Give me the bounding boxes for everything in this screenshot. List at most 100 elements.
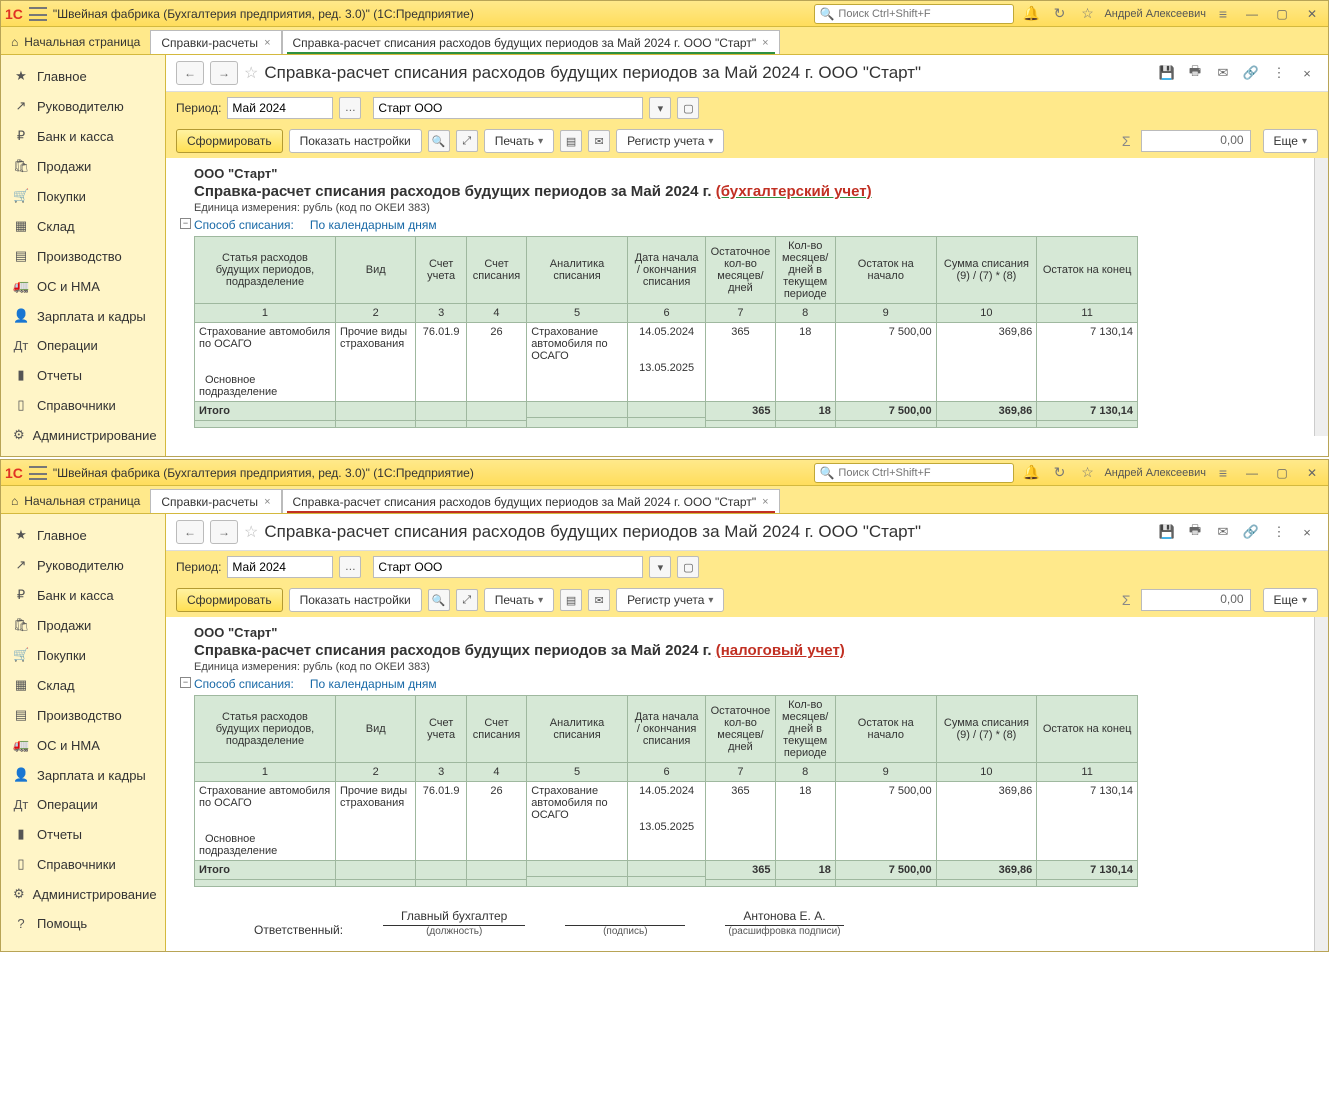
bell-icon[interactable]: 🔔 xyxy=(1020,462,1042,484)
close-icon[interactable]: × xyxy=(264,496,270,508)
find-button[interactable]: 🔍 xyxy=(428,589,450,611)
find-button[interactable]: 🔍 xyxy=(428,130,450,152)
menu-icon[interactable]: ⋮ xyxy=(1268,521,1290,543)
tab-report[interactable]: Справка-расчет списания расходов будущих… xyxy=(282,30,780,54)
tab-references[interactable]: Справки-расчеты × xyxy=(150,489,281,513)
global-search[interactable]: 🔍 xyxy=(814,4,1014,24)
close-panel-button[interactable]: × xyxy=(1296,62,1318,84)
more-button[interactable]: Еще xyxy=(1263,129,1318,153)
print-icon[interactable]: 🖶 xyxy=(1184,521,1206,543)
sidebar-item-production[interactable]: ▤Производство xyxy=(1,700,165,730)
sidebar-item-main[interactable]: ★Главное xyxy=(1,61,165,91)
scrollbar[interactable] xyxy=(1314,158,1328,436)
period-picker-button[interactable]: … xyxy=(339,556,361,578)
generate-button[interactable]: Сформировать xyxy=(176,588,283,612)
org-dropdown-button[interactable]: ▾ xyxy=(649,556,671,578)
sidebar-item-sales[interactable]: 🛍Продажи xyxy=(1,610,165,640)
org-input[interactable] xyxy=(378,101,638,115)
mail-icon[interactable]: ✉ xyxy=(1212,521,1234,543)
sidebar-item-salary[interactable]: 👤Зарплата и кадры xyxy=(1,760,165,790)
sidebar-item-help[interactable]: ?Помощь xyxy=(1,909,165,938)
sidebar-item-operations[interactable]: ДтОперации xyxy=(1,790,165,819)
star-icon[interactable]: ☆ xyxy=(1076,462,1098,484)
close-button[interactable]: ✕ xyxy=(1300,4,1324,24)
sidebar-item-purchases[interactable]: 🛒Покупки xyxy=(1,181,165,211)
search-input[interactable] xyxy=(838,467,1009,479)
minimize-button[interactable]: — xyxy=(1240,463,1264,483)
org-input[interactable] xyxy=(378,560,638,574)
period-input[interactable] xyxy=(232,101,328,115)
user-name[interactable]: Андрей Алексеевич xyxy=(1104,467,1206,479)
sidebar-item-assets[interactable]: 🚛ОС и НМА xyxy=(1,271,165,301)
link-icon[interactable]: 🔗 xyxy=(1240,521,1262,543)
register-dropdown[interactable]: Регистр учета xyxy=(616,588,724,612)
sidebar-item-sales[interactable]: 🛍Продажи xyxy=(1,151,165,181)
sidebar-item-assets[interactable]: 🚛ОС и НМА xyxy=(1,730,165,760)
close-icon[interactable]: × xyxy=(762,496,768,508)
generate-button[interactable]: Сформировать xyxy=(176,129,283,153)
sidebar-item-purchases[interactable]: 🛒Покупки xyxy=(1,640,165,670)
show-settings-button[interactable]: Показать настройки xyxy=(289,129,422,153)
settings-lines-icon[interactable]: ≡ xyxy=(1212,462,1234,484)
settings-lines-icon[interactable]: ≡ xyxy=(1212,3,1234,25)
period-field[interactable] xyxy=(227,556,333,578)
expand-button[interactable]: ⤢ xyxy=(456,130,478,152)
collapse-button[interactable]: − xyxy=(180,218,191,229)
maximize-button[interactable]: ▢ xyxy=(1270,463,1294,483)
minimize-button[interactable]: — xyxy=(1240,4,1264,24)
link-icon[interactable]: 🔗 xyxy=(1240,62,1262,84)
hamburger-icon[interactable] xyxy=(29,7,47,21)
mail-button[interactable]: ✉ xyxy=(588,130,610,152)
sidebar-item-manager[interactable]: ↗Руководителю xyxy=(1,91,165,121)
period-input[interactable] xyxy=(232,560,328,574)
close-button[interactable]: ✕ xyxy=(1300,463,1324,483)
global-search[interactable]: 🔍 xyxy=(814,463,1014,483)
sidebar-item-warehouse[interactable]: ▦Склад xyxy=(1,211,165,241)
forward-button[interactable]: → xyxy=(210,61,238,85)
org-open-button[interactable]: ▢ xyxy=(677,97,699,119)
print-icon[interactable]: 🖶 xyxy=(1184,62,1206,84)
tab-report[interactable]: Справка-расчет списания расходов будущих… xyxy=(282,489,780,513)
sidebar-item-bank[interactable]: ₽Банк и касса xyxy=(1,580,165,610)
period-picker-button[interactable]: … xyxy=(339,97,361,119)
forward-button[interactable]: → xyxy=(210,520,238,544)
hamburger-icon[interactable] xyxy=(29,466,47,480)
star-icon[interactable]: ☆ xyxy=(1076,3,1098,25)
tab-references[interactable]: Справки-расчеты × xyxy=(150,30,281,54)
org-open-button[interactable]: ▢ xyxy=(677,556,699,578)
scrollbar[interactable] xyxy=(1314,617,1328,951)
doc-icon-button[interactable]: ▤ xyxy=(560,130,582,152)
sidebar-item-reports[interactable]: ▮Отчеты xyxy=(1,360,165,390)
mail-icon[interactable]: ✉ xyxy=(1212,62,1234,84)
bell-icon[interactable]: 🔔 xyxy=(1020,3,1042,25)
tab-home[interactable]: ⌂ Начальная страница xyxy=(1,30,150,54)
sidebar-item-main[interactable]: ★Главное xyxy=(1,520,165,550)
favorite-button[interactable]: ☆ xyxy=(244,522,258,542)
mail-button[interactable]: ✉ xyxy=(588,589,610,611)
register-dropdown[interactable]: Регистр учета xyxy=(616,129,724,153)
expand-button[interactable]: ⤢ xyxy=(456,589,478,611)
back-button[interactable]: ← xyxy=(176,61,204,85)
org-field[interactable] xyxy=(373,97,643,119)
org-field[interactable] xyxy=(373,556,643,578)
favorite-button[interactable]: ☆ xyxy=(244,63,258,83)
maximize-button[interactable]: ▢ xyxy=(1270,4,1294,24)
more-button[interactable]: Еще xyxy=(1263,588,1318,612)
save-icon[interactable]: 💾 xyxy=(1156,62,1178,84)
show-settings-button[interactable]: Показать настройки xyxy=(289,588,422,612)
sidebar-item-admin[interactable]: ⚙Администрирование xyxy=(1,879,165,909)
print-dropdown[interactable]: Печать xyxy=(484,129,554,153)
close-icon[interactable]: × xyxy=(762,37,768,49)
sidebar-item-refs[interactable]: ▯Справочники xyxy=(1,390,165,420)
collapse-button[interactable]: − xyxy=(180,677,191,688)
sidebar-item-admin[interactable]: ⚙Администрирование xyxy=(1,420,165,450)
history-icon[interactable]: ↻ xyxy=(1048,3,1070,25)
menu-icon[interactable]: ⋮ xyxy=(1268,62,1290,84)
sidebar-item-salary[interactable]: 👤Зарплата и кадры xyxy=(1,301,165,331)
org-dropdown-button[interactable]: ▾ xyxy=(649,97,671,119)
sidebar-item-warehouse[interactable]: ▦Склад xyxy=(1,670,165,700)
doc-icon-button[interactable]: ▤ xyxy=(560,589,582,611)
close-panel-button[interactable]: × xyxy=(1296,521,1318,543)
search-input[interactable] xyxy=(838,8,1009,20)
tab-home[interactable]: ⌂ Начальная страница xyxy=(1,489,150,513)
